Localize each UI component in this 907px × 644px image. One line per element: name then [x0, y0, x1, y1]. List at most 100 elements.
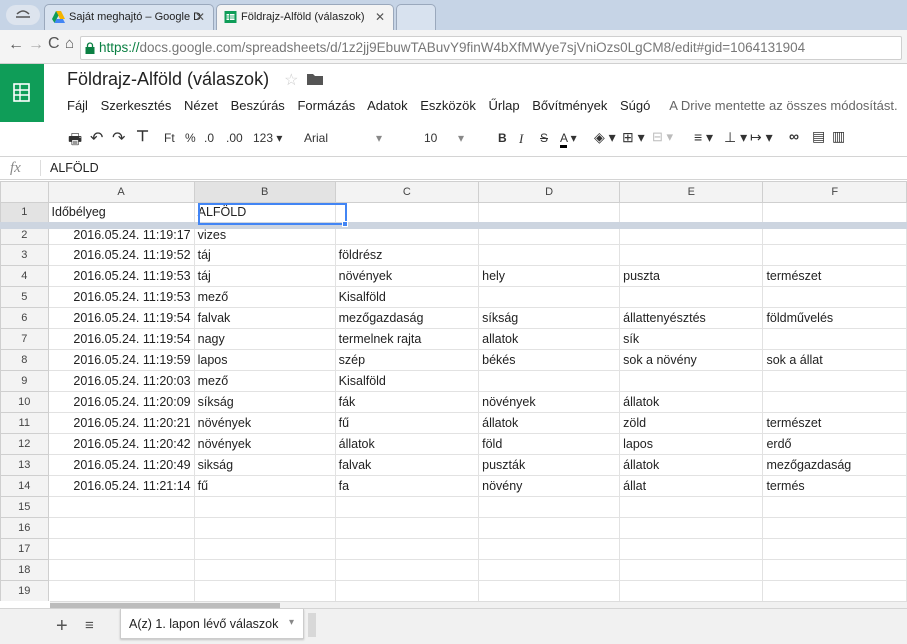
cell[interactable] — [762, 391, 907, 413]
vertical-align-icon[interactable]: ⊥ ▾ — [724, 129, 747, 146]
cell[interactable]: fű — [193, 475, 336, 497]
cell[interactable] — [762, 370, 907, 392]
cell[interactable]: állatok — [619, 454, 764, 476]
menu-file[interactable]: Fájl — [67, 98, 88, 113]
cell[interactable]: sok a állat — [762, 349, 907, 371]
cell[interactable]: 2016.05.24. 11:21:14 — [47, 475, 195, 497]
cell[interactable]: 2016.05.24. 11:19:53 — [47, 265, 195, 287]
sheet-tabs-scroll[interactable] — [308, 613, 316, 637]
cell[interactable] — [193, 496, 336, 518]
cell[interactable] — [762, 244, 907, 266]
insert-chart-icon[interactable]: ▥ — [832, 128, 845, 145]
cell[interactable]: falvak — [193, 307, 336, 329]
row-header[interactable]: 1 — [0, 202, 49, 224]
cell[interactable] — [47, 559, 195, 581]
cell[interactable]: puszták — [478, 454, 621, 476]
cell[interactable]: békés — [478, 349, 621, 371]
row-header[interactable]: 7 — [0, 328, 49, 350]
cell[interactable]: fű — [334, 412, 480, 434]
more-formats-button[interactable]: 123 ▾ — [253, 131, 282, 145]
strikethrough-button[interactable]: S — [540, 131, 548, 145]
cell[interactable] — [334, 559, 480, 581]
add-sheet-button[interactable]: + — [56, 615, 68, 638]
column-header[interactable]: D — [478, 181, 621, 203]
cell[interactable]: mező — [193, 286, 336, 308]
cell[interactable] — [619, 517, 764, 539]
cell[interactable]: zöld — [619, 412, 764, 434]
borders-icon[interactable]: ⊞ ▾ — [622, 129, 645, 146]
cell[interactable]: síkság — [193, 391, 336, 413]
cell[interactable]: nagy — [193, 328, 336, 350]
menu-edit[interactable]: Szerkesztés — [101, 98, 172, 113]
row-header[interactable]: 5 — [0, 286, 49, 308]
cell[interactable]: állatok — [619, 391, 764, 413]
cell[interactable]: táj — [193, 244, 336, 266]
back-icon[interactable]: ← — [8, 36, 24, 54]
cell[interactable] — [619, 370, 764, 392]
cell[interactable]: termés — [762, 475, 907, 497]
reload-icon[interactable]: C — [48, 35, 60, 53]
increase-decimal-button[interactable]: .00 — [226, 131, 243, 145]
text-color-button[interactable]: A ▾ — [560, 131, 577, 148]
cell[interactable]: szép — [334, 349, 480, 371]
column-header[interactable]: F — [762, 181, 907, 203]
cell[interactable]: állatok — [334, 433, 480, 455]
cell[interactable]: sikság — [193, 454, 336, 476]
cell[interactable] — [762, 517, 907, 539]
cell[interactable] — [762, 538, 907, 560]
merge-cells-icon[interactable]: ⊟ ▾ — [652, 129, 673, 145]
cell[interactable]: föld — [478, 433, 621, 455]
folder-icon[interactable] — [307, 73, 324, 85]
frozen-row-divider[interactable] — [0, 225, 907, 229]
cell[interactable] — [47, 496, 195, 518]
row-header[interactable]: 17 — [0, 538, 49, 560]
cell[interactable] — [762, 496, 907, 518]
cell[interactable]: növények — [193, 412, 336, 434]
cell[interactable]: mező — [193, 370, 336, 392]
decrease-decimal-button[interactable]: .0 — [204, 131, 214, 145]
cell[interactable]: puszta — [619, 265, 764, 287]
font-select[interactable]: Arial ▾ — [304, 131, 389, 145]
cell[interactable] — [193, 517, 336, 539]
cell[interactable] — [334, 202, 480, 224]
formula-input[interactable]: ALFÖLD — [50, 161, 99, 175]
menu-form[interactable]: Űrlap — [489, 98, 520, 113]
cell[interactable]: állatok — [478, 412, 621, 434]
row-header[interactable]: 15 — [0, 496, 49, 518]
column-header[interactable]: C — [334, 181, 480, 203]
cell[interactable] — [334, 538, 480, 560]
browser-tab-drive[interactable]: Saját meghajtó – Google D ✕ — [44, 4, 214, 30]
cell[interactable] — [478, 202, 621, 224]
row-header[interactable]: 10 — [0, 391, 49, 413]
menu-help[interactable]: Súgó — [620, 98, 650, 113]
close-tab-icon[interactable]: ✕ — [195, 5, 205, 29]
home-icon[interactable]: ⌂ — [65, 35, 74, 52]
cell[interactable]: növények — [478, 391, 621, 413]
cell[interactable]: Időbélyeg — [47, 202, 195, 224]
insert-comment-icon[interactable]: ▤ — [812, 128, 825, 145]
cell[interactable]: lapos — [193, 349, 336, 371]
cell[interactable] — [478, 496, 621, 518]
row-header[interactable]: 4 — [0, 265, 49, 287]
cell[interactable]: lapos — [619, 433, 764, 455]
cell[interactable]: növény — [478, 475, 621, 497]
cell[interactable]: 2016.05.24. 11:20:49 — [47, 454, 195, 476]
horizontal-scrollbar[interactable] — [50, 601, 907, 608]
cell[interactable]: fa — [334, 475, 480, 497]
italic-button[interactable]: I — [519, 131, 523, 147]
cell[interactable]: táj — [193, 265, 336, 287]
cell[interactable] — [619, 496, 764, 518]
cell[interactable]: növények — [334, 265, 480, 287]
cell[interactable]: Kisalföld — [334, 286, 480, 308]
sheet-tab-active[interactable]: A(z) 1. lapon lévő válaszok ▾ — [120, 609, 304, 639]
cell[interactable] — [334, 517, 480, 539]
cell[interactable] — [762, 202, 907, 224]
cell[interactable] — [334, 496, 480, 518]
cell[interactable] — [193, 580, 336, 601]
cell[interactable] — [47, 580, 195, 601]
paint-format-icon[interactable]: ⊤ — [136, 127, 149, 145]
forward-icon[interactable]: → — [28, 36, 44, 54]
sheet-tab-menu-icon[interactable]: ▾ — [289, 617, 294, 628]
row-header[interactable]: 3 — [0, 244, 49, 266]
star-icon[interactable]: ☆ — [284, 72, 298, 89]
